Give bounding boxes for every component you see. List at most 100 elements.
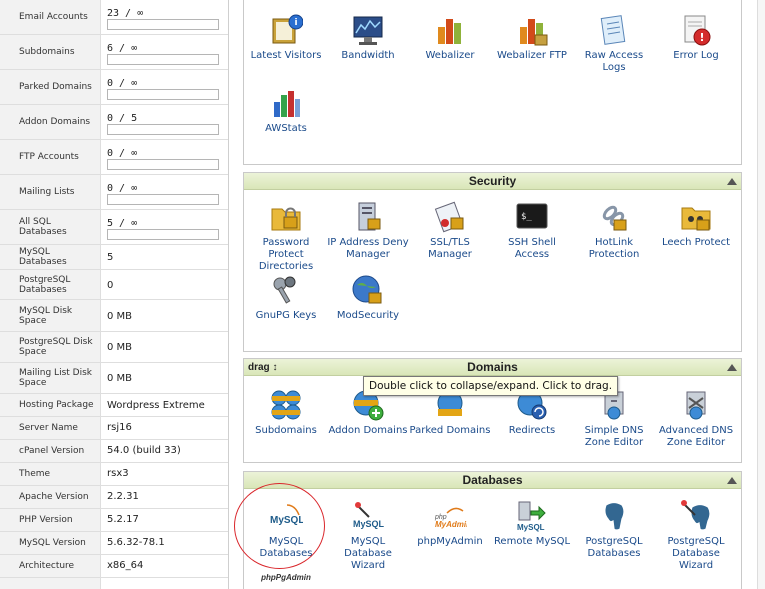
databases-header[interactable]: Databases	[244, 472, 741, 489]
raw-access-logs-link[interactable]: Raw Access Logs	[573, 13, 655, 74]
item-label: Webalizer FTP	[497, 50, 567, 61]
stat-label: FTP Accounts	[0, 140, 101, 174]
stat-row: Server Name rsj16	[0, 417, 228, 440]
usage-bar	[107, 229, 219, 240]
item-label: IP Address Deny Manager	[327, 237, 409, 260]
phppgadmin-link[interactable]: phpPgAdmin	[245, 572, 327, 589]
stat-label: Hosting Package	[0, 394, 101, 416]
drag-handle[interactable]: drag ↕	[248, 359, 277, 376]
stat-label	[0, 578, 101, 589]
ip-deny-link[interactable]: IP Address Deny Manager	[327, 200, 409, 261]
stat-row: FTP Accounts 0 / ∞	[0, 140, 228, 175]
stat-label: cPanel Version	[0, 440, 101, 462]
hotlink-icon	[597, 200, 631, 234]
modsecurity-link[interactable]: ModSecurity	[327, 273, 409, 322]
item-label: SSL/TLS Manager	[428, 237, 472, 260]
subdomains-icon	[269, 388, 303, 422]
awstats-link[interactable]: AWStats	[245, 86, 327, 135]
item-label: Latest Visitors	[250, 50, 322, 61]
ssl-tls-icon	[433, 200, 467, 234]
stat-row: MySQL Disk Space 0 MB	[0, 300, 228, 332]
error-log-link[interactable]: ! Error Log	[655, 13, 737, 62]
postgresql-databases-icon	[597, 499, 631, 533]
leech-protect-icon	[679, 200, 713, 234]
stat-row: MySQL Version 5.6.32-78.1	[0, 532, 228, 555]
panel-title: Security	[468, 174, 517, 188]
postgresql-databases-link[interactable]: PostgreSQL Databases	[573, 499, 655, 560]
stat-label: Architecture	[0, 555, 101, 577]
scrollbar[interactable]	[757, 0, 765, 589]
latest-visitors-link[interactable]: i Latest Visitors	[245, 13, 327, 62]
stat-row: Email Accounts 23 / ∞	[0, 0, 228, 35]
stat-row: Subdomains 6 / ∞	[0, 35, 228, 70]
security-header[interactable]: Security	[244, 173, 741, 190]
phppgadmin-icon: phpPgAdmin	[261, 573, 311, 582]
stat-row: Parked Domains 0 / ∞	[0, 70, 228, 105]
svg-text:i: i	[294, 18, 297, 28]
simple-dns-link[interactable]: Simple DNS Zone Editor	[573, 388, 655, 449]
collapse-arrow-icon[interactable]	[727, 364, 737, 371]
stat-value: x86_64	[107, 560, 144, 571]
stat-row: Mailing List Disk Space 0 MB	[0, 363, 228, 394]
remote-mysql-icon: MySQL	[515, 499, 549, 533]
stat-label: PHP Version	[0, 509, 101, 531]
stat-value: 0 MB	[107, 342, 133, 353]
bandwidth-icon	[351, 13, 385, 47]
stat-label: PostgreSQL Disk Space	[0, 332, 101, 362]
stat-value: 0 / ∞	[107, 183, 138, 194]
usage-bar	[107, 19, 219, 30]
postgresql-wizard-link[interactable]: PostgreSQL Database Wizard	[655, 499, 737, 572]
webalizer-ftp-link[interactable]: Webalizer FTP	[491, 13, 573, 62]
stat-row: Addon Domains 0 / 5	[0, 105, 228, 140]
svg-text:MySQL: MySQL	[517, 523, 545, 532]
item-label: HotLink Protection	[588, 237, 640, 260]
stat-label: Addon Domains	[0, 105, 101, 139]
stat-row: Architecture x86_64	[0, 555, 228, 578]
ssl-tls-link[interactable]: SSL/TLS Manager	[409, 200, 491, 261]
phpmyadmin-icon: phpMyAdmin	[433, 499, 471, 533]
stat-value: Wordpress Extreme	[107, 400, 205, 411]
item-label: AWStats	[265, 123, 307, 134]
item-label: MySQL Database Wizard	[344, 536, 392, 571]
password-protect-link[interactable]: Password Protect Directories	[245, 200, 327, 273]
collapse-arrow-icon[interactable]	[727, 477, 737, 484]
advanced-dns-link[interactable]: Advanced DNS Zone Editor	[655, 388, 737, 449]
stat-row: MySQL Databases 5	[0, 245, 228, 270]
stat-row: All SQL Databases 5 / ∞	[0, 210, 228, 245]
phpmyadmin-link[interactable]: phpMyAdmin phpMyAdmin	[409, 499, 491, 548]
usage-bar	[107, 194, 219, 205]
domains-header[interactable]: drag ↕ Domains	[244, 359, 741, 376]
stat-value: 0 MB	[107, 373, 133, 384]
logs-panel: i Latest Visitors Bandwidth Webalizer We…	[243, 0, 742, 165]
stat-value: 5 / ∞	[107, 218, 138, 229]
remote-mysql-link[interactable]: MySQL Remote MySQL	[491, 499, 573, 548]
stat-value: 5	[107, 252, 114, 263]
item-label: SSH Shell Access	[508, 237, 556, 260]
bandwidth-link[interactable]: Bandwidth	[327, 13, 409, 62]
stat-value: 2.2.31	[107, 491, 139, 502]
gnupg-keys-link[interactable]: GnuPG Keys	[245, 273, 327, 322]
ssh-shell-link[interactable]: $_ SSH Shell Access	[491, 200, 573, 261]
hotlink-link[interactable]: HotLink Protection	[573, 200, 655, 261]
usage-bar	[107, 54, 219, 65]
mysql-wizard-link[interactable]: MySQL MySQL Database Wizard	[327, 499, 409, 572]
subdomains-link[interactable]: Subdomains	[245, 388, 327, 437]
raw-access-logs-icon	[597, 13, 631, 47]
stat-row: cPanel Version 54.0 (build 33)	[0, 440, 228, 463]
stat-value: 54.0 (build 33)	[107, 445, 181, 456]
stat-label: All SQL Databases	[0, 210, 101, 244]
stat-value: 5.2.17	[107, 514, 139, 525]
svg-text:MySQL: MySQL	[353, 519, 385, 529]
leech-protect-link[interactable]: Leech Protect	[655, 200, 737, 249]
webalizer-icon	[433, 13, 467, 47]
stat-label: Parked Domains	[0, 70, 101, 104]
tooltip: Double click to collapse/expand. Click t…	[363, 376, 618, 396]
stat-value: 6 / ∞	[107, 43, 138, 54]
stat-value: 23 / ∞	[107, 8, 144, 19]
webalizer-link[interactable]: Webalizer	[409, 13, 491, 62]
panel-title: Domains	[467, 360, 518, 374]
item-label: Simple DNS Zone Editor	[584, 425, 644, 448]
stat-row: Mailing Lists 0 / ∞	[0, 175, 228, 210]
collapse-arrow-icon[interactable]	[727, 178, 737, 185]
stat-row: Hosting Package Wordpress Extreme	[0, 394, 228, 417]
